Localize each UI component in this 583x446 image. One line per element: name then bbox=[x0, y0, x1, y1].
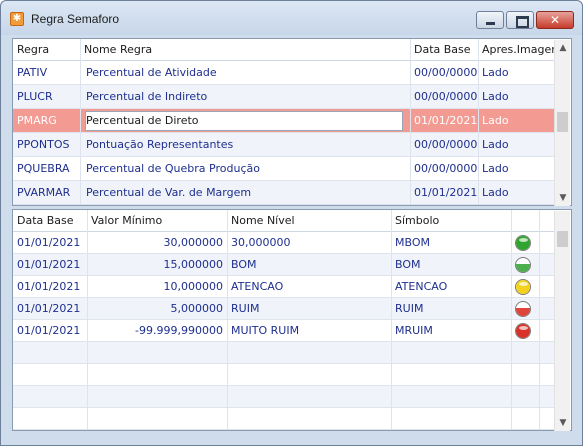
empty-row[interactable] bbox=[13, 386, 554, 408]
rule-date[interactable]: 01/01/2021 bbox=[410, 109, 478, 133]
rule-code[interactable]: PLUCR bbox=[13, 85, 80, 109]
level-image-cell[interactable] bbox=[511, 298, 539, 320]
traffic-light-green-icon bbox=[515, 235, 531, 251]
app-icon[interactable]: ✱ bbox=[10, 12, 24, 26]
column-header-nome-regra[interactable]: Nome Regra bbox=[80, 39, 410, 63]
level-symbol[interactable]: MRUIM bbox=[391, 320, 511, 342]
rule-date[interactable]: 00/00/0000 bbox=[410, 157, 478, 181]
level-row[interactable]: 01/01/2021 15,000000 BOM BOM bbox=[13, 254, 554, 276]
rule-date[interactable]: 01/01/2021 bbox=[410, 181, 478, 205]
rule-image-position[interactable]: Lado bbox=[478, 133, 554, 157]
rule-row[interactable]: PQUEBRA Percentual de Quebra Produção 00/0… bbox=[13, 157, 554, 181]
level-name[interactable]: ATENCAO bbox=[227, 276, 391, 298]
level-min-value[interactable]: -99.999,990000 bbox=[87, 320, 227, 342]
rule-image-position[interactable]: Lado bbox=[478, 85, 554, 109]
level-date[interactable]: 01/01/2021 bbox=[13, 232, 87, 254]
level-symbol[interactable]: MBOM bbox=[391, 232, 511, 254]
scroll-thumb[interactable] bbox=[557, 231, 568, 247]
column-header-data-base[interactable]: Data Base bbox=[13, 210, 87, 234]
traffic-light-green-half-icon bbox=[515, 257, 531, 273]
levels-grid-scrollbar[interactable]: ▼ bbox=[554, 211, 570, 431]
empty-row[interactable] bbox=[13, 364, 554, 386]
rule-code[interactable]: PMARG bbox=[13, 109, 80, 133]
level-symbol[interactable]: BOM bbox=[391, 254, 511, 276]
traffic-light-red-icon bbox=[515, 323, 531, 339]
column-header-data-base[interactable]: Data Base bbox=[410, 39, 478, 63]
rule-name[interactable]: Percentual de Direto bbox=[80, 109, 410, 133]
level-date[interactable]: 01/01/2021 bbox=[13, 254, 87, 276]
level-name[interactable]: MUITO RUIM bbox=[227, 320, 391, 342]
rule-date[interactable]: 00/00/0000 bbox=[410, 133, 478, 157]
rule-code[interactable]: PQUEBRA bbox=[13, 157, 80, 181]
scroll-up-icon[interactable]: ▲ bbox=[555, 40, 571, 56]
level-date[interactable]: 01/01/2021 bbox=[13, 276, 87, 298]
close-button[interactable]: ✕ bbox=[536, 11, 574, 29]
rule-row[interactable]: PLUCR Percentual de Indireto 00/00/0000 Lad… bbox=[13, 85, 554, 109]
rule-name[interactable]: Percentual de Var. de Margem bbox=[80, 181, 410, 205]
minimize-button[interactable] bbox=[476, 11, 504, 29]
level-image-cell[interactable] bbox=[511, 276, 539, 298]
column-header-simbolo[interactable]: Símbolo bbox=[391, 210, 511, 234]
rule-row[interactable]: PPONTOS Pontuação Representantes 00/00/000… bbox=[13, 133, 554, 157]
rule-name[interactable]: Percentual de Atividade bbox=[80, 61, 410, 85]
rule-image-position[interactable]: Lado bbox=[478, 61, 554, 85]
level-name[interactable]: 30,000000 bbox=[227, 232, 391, 254]
empty-row[interactable] bbox=[13, 342, 554, 364]
rule-image-position[interactable]: Lado bbox=[478, 181, 554, 205]
column-header-nome-nivel[interactable]: Nome Nível bbox=[227, 210, 391, 234]
level-symbol[interactable]: ATENCAO bbox=[391, 276, 511, 298]
level-image-cell[interactable] bbox=[511, 320, 539, 342]
level-image-cell[interactable] bbox=[511, 232, 539, 254]
scroll-thumb[interactable] bbox=[557, 112, 568, 132]
rule-code[interactable]: PATIV bbox=[13, 61, 80, 85]
level-row[interactable]: 01/01/2021 10,000000 ATENCAO ATENCAO bbox=[13, 276, 554, 298]
rule-image-position[interactable]: Lado bbox=[478, 109, 554, 133]
level-min-value[interactable]: 10,000000 bbox=[87, 276, 227, 298]
traffic-light-yellow-icon bbox=[515, 279, 531, 295]
level-row[interactable]: 01/01/2021 -99.999,990000 MUITO RUIM MRUIM bbox=[13, 320, 554, 342]
column-header-valor-minimo[interactable]: Valor Mínimo bbox=[87, 210, 227, 234]
column-header-apres-imagem[interactable]: Apres.Imagem bbox=[478, 39, 554, 63]
empty-row[interactable] bbox=[13, 408, 554, 430]
scroll-down-icon[interactable]: ▼ bbox=[555, 415, 571, 431]
rule-row[interactable]: PMARG Percentual de Direto 01/01/2021 Lado bbox=[13, 109, 554, 133]
level-symbol[interactable]: RUIM bbox=[391, 298, 511, 320]
rule-code[interactable]: PPONTOS bbox=[13, 133, 80, 157]
traffic-light-red-half-icon bbox=[515, 301, 531, 317]
maximize-button[interactable] bbox=[506, 11, 534, 29]
level-image-cell[interactable] bbox=[511, 254, 539, 276]
level-min-value[interactable]: 15,000000 bbox=[87, 254, 227, 276]
rule-date[interactable]: 00/00/0000 bbox=[410, 85, 478, 109]
level-name[interactable]: RUIM bbox=[227, 298, 391, 320]
level-date[interactable]: 01/01/2021 bbox=[13, 320, 87, 342]
rule-date[interactable]: 00/00/0000 bbox=[410, 61, 478, 85]
rules-grid-scrollbar[interactable]: ▲ ▼ bbox=[554, 40, 570, 206]
rule-code[interactable]: PVARMAR bbox=[13, 181, 80, 205]
scroll-down-icon[interactable]: ▼ bbox=[555, 190, 571, 206]
rule-image-position[interactable]: Lado bbox=[478, 157, 554, 181]
levels-grid-header: Data Base Valor Mínimo Nome Nível Símbol… bbox=[13, 210, 554, 232]
level-name[interactable]: BOM bbox=[227, 254, 391, 276]
levels-grid: Data Base Valor Mínimo Nome Nível Símbol… bbox=[12, 209, 572, 431]
level-date[interactable]: 01/01/2021 bbox=[13, 298, 87, 320]
column-header-regra[interactable]: Regra bbox=[13, 39, 80, 63]
rule-name[interactable]: Percentual de Quebra Produção bbox=[80, 157, 410, 181]
column-header-imagem[interactable] bbox=[511, 210, 539, 234]
window-title: Regra Semaforo bbox=[31, 12, 120, 26]
rules-grid-header: Regra Nome Regra Data Base Apres.Imagem bbox=[13, 39, 554, 61]
level-row[interactable]: 01/01/2021 5,000000 RUIM RUIM bbox=[13, 298, 554, 320]
level-min-value[interactable]: 5,000000 bbox=[87, 298, 227, 320]
rule-row[interactable]: PATIV Percentual de Atividade 00/00/0000 La… bbox=[13, 61, 554, 85]
rule-name[interactable]: Percentual de Indireto bbox=[80, 85, 410, 109]
rule-name[interactable]: Pontuação Representantes bbox=[80, 133, 410, 157]
rules-grid: Regra Nome Regra Data Base Apres.Imagem … bbox=[12, 38, 572, 206]
level-min-value[interactable]: 30,000000 bbox=[87, 232, 227, 254]
regra-semaforo-window: ✱ Regra Semaforo ✕ Regra Nome Regra Data… bbox=[0, 0, 583, 446]
rule-row[interactable]: PVARMAR Percentual de Var. de Margem 01/01… bbox=[13, 181, 554, 205]
title-bar[interactable]: ✱ Regra Semaforo ✕ bbox=[1, 1, 582, 35]
close-icon: ✕ bbox=[549, 13, 561, 27]
level-row[interactable]: 01/01/2021 30,000000 30,000000 MBOM bbox=[13, 232, 554, 254]
